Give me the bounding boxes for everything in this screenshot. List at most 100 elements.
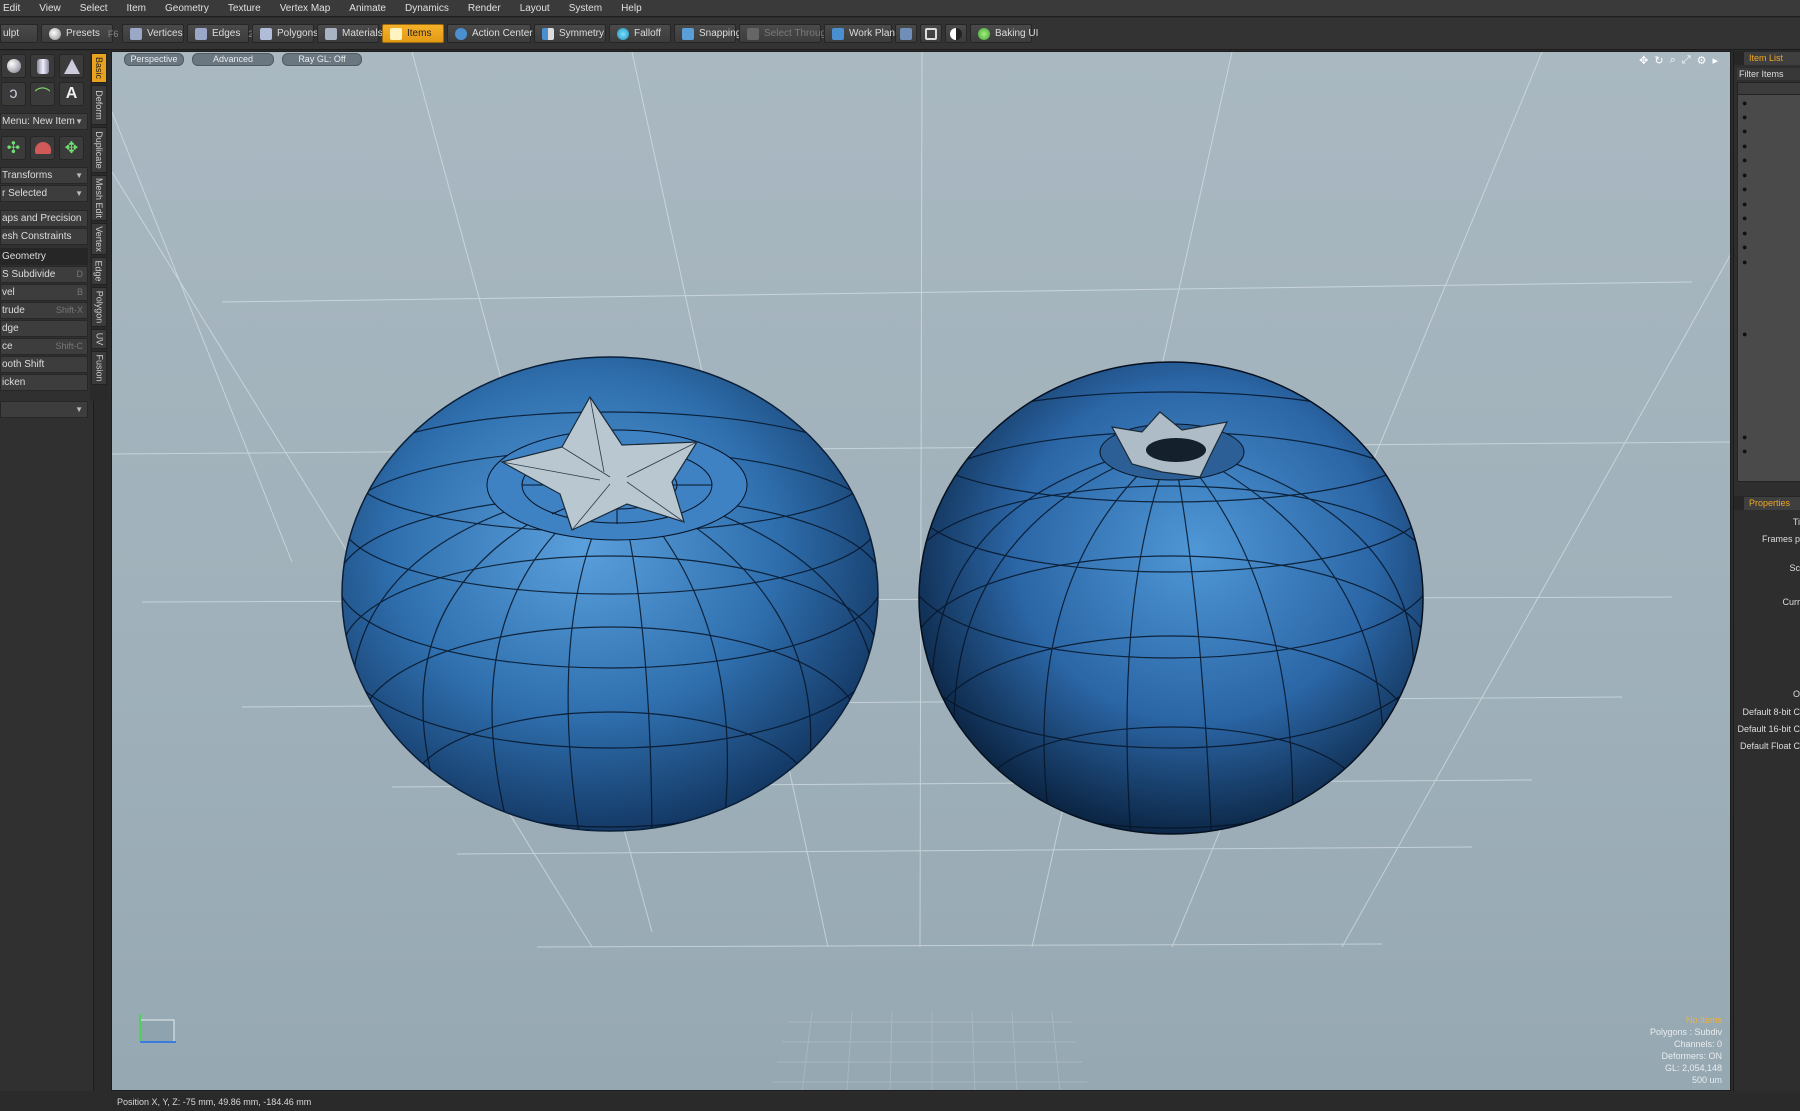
snaps-precision-button[interactable]: aps and Precision [0, 210, 88, 227]
blueberry-mesh-right [918, 361, 1424, 835]
vtab-polygon[interactable]: Polygon [91, 287, 107, 327]
visibility-eye-icon[interactable]: ● [1742, 142, 1751, 151]
materials-button[interactable]: Materials [317, 24, 383, 43]
filter-items-input[interactable]: Filter Items [1737, 68, 1800, 80]
snaps-label: aps and Precision [2, 213, 82, 224]
selected-dropdown[interactable]: r Selected ▼ [0, 185, 88, 202]
menu-view[interactable]: View [29, 0, 70, 17]
visibility-eye-icon[interactable]: ● [1742, 258, 1751, 267]
vtab-label: Mesh Edit [94, 177, 104, 219]
vtab-mesh-edit[interactable]: Mesh Edit [91, 175, 107, 221]
action-center-button[interactable]: Action Center [447, 24, 533, 43]
visibility-eye-icon[interactable]: ● [1742, 113, 1751, 122]
tool-bevel[interactable]: vel B [0, 284, 88, 301]
presets-label: Presets [66, 28, 100, 39]
transform-tool[interactable]: ✣ [1, 136, 26, 160]
edges-button[interactable]: Edges 2 [187, 24, 253, 43]
menu-vertex-map[interactable]: Vertex Map [270, 0, 340, 17]
tool-bridge[interactable]: dge [0, 320, 88, 337]
tab-perspective[interactable]: Perspective [124, 53, 184, 66]
3d-viewport[interactable]: Perspective Advanced Ray GL: Off ✥ ↻ ⌕ ⤢… [111, 51, 1731, 1091]
menu-new-item-dropdown[interactable]: Menu: New Item ▼ [0, 113, 88, 130]
visibility-eye-icon[interactable]: ● [1742, 433, 1751, 442]
menu-render[interactable]: Render [458, 0, 510, 17]
mesh-constraints-button[interactable]: esh Constraints [0, 228, 88, 245]
tool-label: trude [2, 305, 25, 316]
menu-edit[interactable]: Edit [0, 0, 29, 17]
visibility-eye-icon[interactable]: ● [1742, 447, 1751, 456]
vtab-uv[interactable]: UV [91, 329, 107, 349]
materials-icon [325, 27, 337, 40]
visibility-eye-icon[interactable]: ● [1742, 200, 1751, 209]
transform-icon: ✣ [6, 140, 21, 157]
vtab-edge[interactable]: Edge [91, 257, 107, 285]
visibility-eye-icon[interactable]: ● [1742, 229, 1751, 238]
menu-item[interactable]: Item [117, 0, 155, 17]
sphere-tool[interactable] [1, 54, 26, 78]
crop-button[interactable] [920, 24, 942, 43]
symmetry-label: Symmetry [559, 28, 604, 39]
view-toggle-button[interactable] [895, 24, 917, 43]
pan-icon[interactable]: ✥ [1639, 54, 1648, 67]
tab-advanced[interactable]: Advanced [192, 53, 274, 66]
rotate-icon[interactable]: ↻ [1654, 54, 1663, 67]
tool-extrude[interactable]: trude Shift-X [0, 302, 88, 319]
transforms-dropdown[interactable]: Transforms ▼ [0, 167, 88, 184]
menu-animate[interactable]: Animate [339, 0, 395, 17]
snapping-button[interactable]: Snapping [674, 24, 741, 43]
visibility-eye-icon[interactable]: ● [1742, 171, 1751, 180]
tool-thicken[interactable]: icken [0, 374, 88, 391]
text-tool[interactable]: A [59, 82, 84, 106]
menu-help[interactable]: Help [611, 0, 651, 17]
baking-ui-button[interactable]: Baking UI [970, 24, 1038, 43]
select-through-button[interactable]: Select Through [739, 24, 832, 43]
visibility-eye-icon[interactable]: ● [1742, 99, 1751, 108]
visibility-eye-icon[interactable]: ● [1742, 185, 1751, 194]
cylinder-tool[interactable] [30, 54, 55, 78]
falloff-button[interactable]: Falloff [609, 24, 671, 43]
tool-smooth-shift[interactable]: ooth Shift [0, 356, 88, 373]
item-list[interactable]: ● ● ● ● ● ● ● ● ● ● ● ● ● ● ● [1737, 82, 1800, 482]
shading-button[interactable] [945, 24, 967, 43]
visibility-eye-icon[interactable]: ● [1742, 127, 1751, 136]
menu-layout[interactable]: Layout [510, 0, 559, 17]
menu-geometry[interactable]: Geometry [155, 0, 218, 17]
tab-raygl[interactable]: Ray GL: Off [282, 53, 362, 66]
sculpt-tab[interactable]: ulpt [0, 24, 38, 43]
curve-tool[interactable]: ↄ [1, 82, 26, 106]
cone-tool[interactable] [59, 54, 84, 78]
vertices-button[interactable]: Vertices 1 [122, 24, 196, 43]
visibility-eye-icon[interactable]: ● [1742, 214, 1751, 223]
vtab-deform[interactable]: Deform [91, 85, 107, 125]
visibility-eye-icon[interactable]: ● [1742, 330, 1751, 339]
crop-icon [925, 27, 937, 40]
move-tool[interactable]: ✥ [59, 136, 84, 160]
symmetry-button[interactable]: Symmetry [534, 24, 606, 43]
settings-icon[interactable]: ⚙ [1697, 54, 1707, 67]
visibility-eye-icon[interactable]: ● [1742, 243, 1751, 252]
vtab-vertex[interactable]: Vertex [91, 223, 107, 255]
work-plane-button[interactable]: Work Plane [824, 24, 901, 43]
tool-slice[interactable]: ce Shift-C [0, 338, 88, 355]
menu-select[interactable]: Select [70, 0, 117, 17]
polygons-button[interactable]: Polygons [252, 24, 318, 43]
tool-subdivide[interactable]: S Subdivide D [0, 266, 88, 283]
vtab-basic[interactable]: Basic [91, 53, 107, 83]
expand-icon[interactable]: ▸ [1712, 54, 1718, 67]
tab-properties[interactable]: Properties [1744, 497, 1800, 510]
menu-texture[interactable]: Texture [218, 0, 270, 17]
menu-system[interactable]: System [559, 0, 611, 17]
visibility-eye-icon[interactable]: ● [1742, 156, 1751, 165]
menu-dynamics[interactable]: Dynamics [395, 0, 458, 17]
extra-dropdown[interactable]: ▼ [0, 401, 88, 418]
bezier-tool[interactable]: ⌒ [30, 82, 55, 106]
items-button[interactable]: Items [382, 24, 444, 43]
tab-item-list[interactable]: Item List [1744, 52, 1800, 65]
vtab-fusion[interactable]: Fusion [91, 351, 107, 385]
vtab-duplicate[interactable]: Duplicate [91, 127, 107, 173]
dome-tool[interactable] [30, 136, 55, 160]
presets-button[interactable]: Presets F6 [41, 24, 118, 43]
items-icon [390, 27, 402, 40]
zoom-icon[interactable]: ⌕ [1670, 54, 1676, 67]
fit-icon[interactable]: ⤢ [1682, 54, 1691, 67]
